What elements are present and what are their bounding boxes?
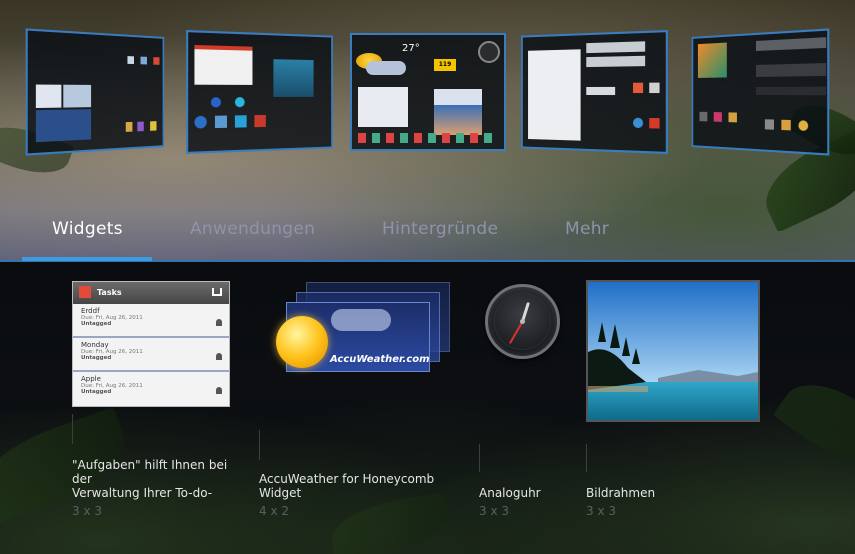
widget-size: 3 x 3	[72, 504, 102, 518]
preview-temperature: 27°	[402, 43, 420, 54]
accuweather-widget-preview: AccuWeather.com	[270, 282, 455, 392]
widget-name: AccuWeather for Honeycomb Widget	[259, 472, 435, 500]
widget-guide-line	[259, 430, 260, 460]
task-title: Erddf	[81, 307, 100, 315]
home-screen-preview-5[interactable]	[691, 28, 830, 156]
tab-anwendungen[interactable]: Anwendungen	[190, 219, 315, 239]
picture-frame-preview	[586, 280, 760, 422]
tab-mehr[interactable]: Mehr	[565, 219, 609, 239]
task-tag: Untagged	[81, 321, 112, 327]
task-tag: Untagged	[81, 389, 112, 395]
widget-size: 4 x 2	[259, 504, 289, 518]
widget-size: 3 x 3	[586, 504, 616, 518]
tab-hintergruende[interactable]: Hintergründe	[382, 219, 498, 239]
task-title: Monday	[81, 341, 109, 349]
sun-icon	[276, 316, 328, 368]
home-screen-preview-2[interactable]	[186, 30, 333, 154]
task-tag: Untagged	[81, 355, 112, 361]
widget-list: Tasks Erddf Due: Fri, Aug 26, 2011 Untag…	[0, 262, 855, 554]
preview-badge: 119	[434, 59, 456, 71]
widget-item-accuweather[interactable]: AccuWeather.com AccuWeather for Honeycom…	[250, 262, 470, 554]
home-screen-preview-3[interactable]: 27° 119	[350, 33, 506, 151]
tasks-app-icon	[79, 286, 91, 298]
tab-widgets[interactable]: Widgets	[52, 219, 123, 239]
bell-icon	[216, 353, 222, 360]
clock-icon	[485, 284, 560, 359]
wallpaper-leaf	[772, 365, 855, 479]
widget-item-bildrahmen[interactable]: Bildrahmen 3 x 3	[580, 262, 780, 554]
tasks-widget-preview: Tasks Erddf Due: Fri, Aug 26, 2011 Untag…	[72, 281, 230, 407]
tasks-add-icon	[212, 288, 222, 296]
widget-item-analoguhr[interactable]: Analoguhr 3 x 3	[470, 262, 578, 554]
widget-item-aufgaben[interactable]: Tasks Erddf Due: Fri, Aug 26, 2011 Untag…	[0, 262, 240, 554]
home-screen-preview-4[interactable]	[521, 30, 668, 154]
task-row: Erddf Due: Fri, Aug 26, 2011 Untagged	[73, 304, 229, 338]
bell-icon	[216, 387, 222, 394]
widget-guide-line	[72, 414, 73, 444]
task-title: Apple	[81, 375, 101, 383]
tab-bar: Widgets Anwendungen Hintergründe Mehr	[0, 205, 855, 262]
widget-name: Analoguhr	[479, 486, 541, 500]
tasks-header-label: Tasks	[97, 288, 122, 297]
tasks-header: Tasks	[73, 282, 229, 304]
tab-selected-indicator	[22, 257, 152, 261]
widget-guide-line	[479, 444, 480, 472]
widget-size: 3 x 3	[479, 504, 509, 518]
widget-guide-line	[586, 444, 587, 472]
widget-name: Bildrahmen	[586, 486, 656, 500]
home-screen-preview-1[interactable]	[25, 28, 165, 156]
widget-name: "Aufgaben" hilft Ihnen bei der Verwaltun…	[72, 458, 228, 500]
task-row: Monday Due: Fri, Aug 26, 2011 Untagged	[73, 338, 229, 372]
home-screens-strip: 27° 119	[22, 28, 833, 156]
task-row: Apple Due: Fri, Aug 26, 2011 Untagged	[73, 372, 229, 406]
bell-icon	[216, 319, 222, 326]
accuweather-brand: AccuWeather.com	[330, 354, 430, 365]
